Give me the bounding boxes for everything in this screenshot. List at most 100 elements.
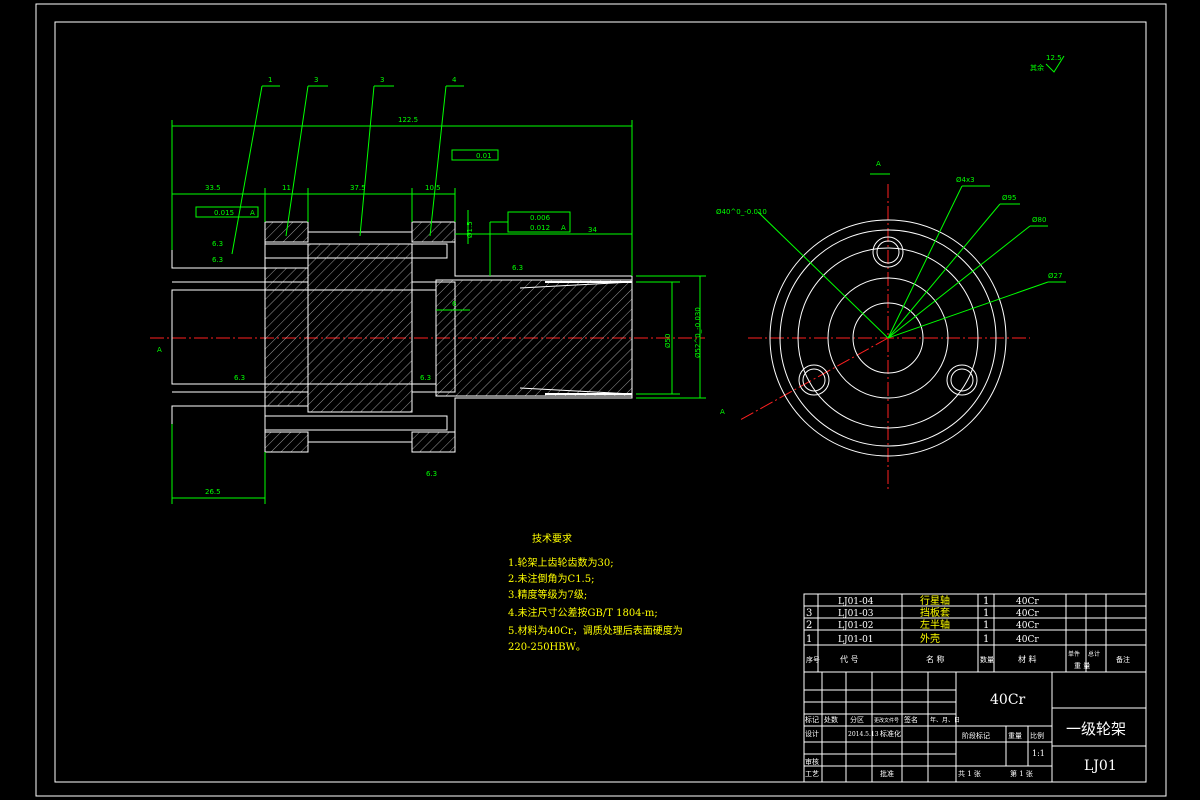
tb-sheets: 共 1 张 xyxy=(958,769,981,778)
dim-37-5: 37.5 xyxy=(350,184,366,192)
svg-text:阶段标记: 阶段标记 xyxy=(962,731,990,740)
svg-text:1: 1 xyxy=(983,620,989,631)
svg-text:2014.5.13: 2014.5.13 xyxy=(848,731,879,738)
svg-text:重 量: 重 量 xyxy=(1074,662,1090,670)
section-view: 122.5 33.5 11 37.5 10.5 34 26.5 6 Ø1.5 Ø… xyxy=(150,76,706,504)
svg-text:序号: 序号 xyxy=(806,655,820,664)
svg-text:左半轴: 左半轴 xyxy=(920,618,950,631)
svg-text:3: 3 xyxy=(806,608,812,619)
tb-scale: 1:1 xyxy=(1032,749,1045,758)
cad-drawing: 其余 12.5 122.5 33.5 11 37.5 10.5 34 26.5 … xyxy=(35,3,1167,797)
tb-title: 一级轮架 xyxy=(1066,720,1126,738)
svg-text:数量: 数量 xyxy=(980,655,994,664)
label-bore: Ø40^0_-0.010 xyxy=(716,208,767,216)
datum-a-left: A xyxy=(157,346,162,354)
svg-text:1: 1 xyxy=(983,608,989,619)
svg-text:备注: 备注 xyxy=(1116,655,1130,664)
svg-text:LJ01-03: LJ01-03 xyxy=(838,609,874,619)
svg-text:工艺: 工艺 xyxy=(805,770,819,778)
dim-overall: 122.5 xyxy=(398,116,418,124)
svg-text:6.3: 6.3 xyxy=(212,256,223,264)
balloon-2: 3 xyxy=(314,76,318,84)
svg-text:行星轴: 行星轴 xyxy=(920,594,950,607)
svg-text:名 称: 名 称 xyxy=(926,654,945,664)
hatch-core xyxy=(307,243,413,413)
dim-right-dia: Ø52^0_-0.030 xyxy=(694,307,702,358)
svg-text:40Cr: 40Cr xyxy=(1016,597,1039,607)
tech-item-6: 220-250HBW。 xyxy=(508,642,586,653)
dim-left-dia: Ø50 xyxy=(664,334,672,348)
svg-text:审核: 审核 xyxy=(805,757,819,766)
svg-text:6.3: 6.3 xyxy=(426,470,437,478)
pin-bore-bottom xyxy=(264,415,448,431)
svg-text:LJ01-04: LJ01-04 xyxy=(838,597,874,607)
section-mark-left: A xyxy=(720,408,725,416)
drawing-frame xyxy=(35,3,1167,797)
svg-text:标准化: 标准化 xyxy=(880,729,901,738)
hole-right-inner xyxy=(950,368,974,392)
label-d95: Ø95 xyxy=(1002,194,1016,202)
svg-text:批准: 批准 xyxy=(880,769,894,778)
tb-material: 40Cr xyxy=(990,692,1026,708)
tech-item-4: 4.未注尺寸公差按GB/T 1804-m; xyxy=(508,606,658,619)
svg-text:LJ01-01: LJ01-01 xyxy=(838,635,874,645)
hatch-left-bottom xyxy=(264,431,309,453)
svg-text:更改文件号: 更改文件号 xyxy=(874,717,899,724)
svg-text:6.3: 6.3 xyxy=(234,374,245,382)
label-d80: Ø80 xyxy=(1032,216,1046,224)
label-hole: Ø4x3 xyxy=(956,176,975,184)
section-mark-top: A xyxy=(876,160,881,168)
tol-left: 0.015 xyxy=(214,209,234,217)
tol-right-1: 0.006 xyxy=(530,214,551,222)
balloon-1: 1 xyxy=(268,76,272,84)
inner-frame xyxy=(54,21,1147,783)
dim-phi15: Ø1.5 xyxy=(466,221,474,238)
svg-text:比例: 比例 xyxy=(1030,731,1044,740)
dim-10-5: 10.5 xyxy=(425,184,441,192)
svg-text:1: 1 xyxy=(983,634,989,645)
svg-text:外壳: 外壳 xyxy=(920,632,940,645)
svg-text:处数: 处数 xyxy=(824,715,838,724)
roughness-note: 其余 xyxy=(1030,63,1044,72)
svg-text:2: 2 xyxy=(806,620,812,631)
dim-11: 11 xyxy=(282,184,291,192)
tech-item-1: 1.轮架上齿轮齿数为30; xyxy=(508,556,614,569)
svg-text:挡板套: 挡板套 xyxy=(920,606,950,619)
tech-item-3: 3.精度等级为7级; xyxy=(508,588,587,601)
svg-text:6.3: 6.3 xyxy=(420,374,431,382)
svg-text:分区: 分区 xyxy=(850,715,864,724)
title-block: 40Cr 一级轮架 LJ01 1:1 共 1 张 第 1 张 标记 处数 分区 … xyxy=(803,671,1147,783)
svg-text:40Cr: 40Cr xyxy=(1016,621,1039,631)
tb-sheet-no: 第 1 张 xyxy=(1010,769,1033,778)
label-d27: Ø27 xyxy=(1048,272,1062,280)
svg-text:签名: 签名 xyxy=(904,715,918,724)
svg-text:6.3: 6.3 xyxy=(512,264,523,272)
svg-text:标记: 标记 xyxy=(805,715,819,724)
balloon-3: 3 xyxy=(380,76,384,84)
svg-text:40Cr: 40Cr xyxy=(1016,609,1039,619)
tech-requirements: 技术要求 1.轮架上齿轮齿数为30; 2.未注倒角为C1.5; 3.精度等级为7… xyxy=(508,532,683,653)
svg-text:6.3: 6.3 xyxy=(212,240,223,248)
svg-text:材 料: 材 料 xyxy=(1018,654,1037,664)
groove xyxy=(411,289,437,385)
hatch-hub xyxy=(264,267,309,407)
svg-text:设计: 设计 xyxy=(805,729,819,738)
tol-right-datum: A xyxy=(561,224,566,232)
hatch-right-bottom xyxy=(411,431,456,453)
end-centerline-diag xyxy=(739,337,889,421)
svg-text:总计: 总计 xyxy=(1088,650,1100,658)
tol-left-datum: A xyxy=(250,209,255,217)
svg-text:LJ01-02: LJ01-02 xyxy=(838,621,874,631)
dim-6: 6 xyxy=(452,300,457,308)
tech-title: 技术要求 xyxy=(532,532,572,545)
svg-text:年、月、日: 年、月、日 xyxy=(930,716,960,724)
tech-item-2: 2.未注倒角为C1.5; xyxy=(508,572,594,585)
svg-text:代 号: 代 号 xyxy=(840,654,859,664)
roughness-value: 12.5 xyxy=(1046,54,1062,62)
tech-item-5: 5.材料为40Cr，调质处理后表面硬度为 xyxy=(508,624,683,637)
dim-26-5: 26.5 xyxy=(205,488,221,496)
parts-list: 3 2 1 LJ01-04 LJ01-03 LJ01-02 LJ01-01 行星… xyxy=(803,593,1147,673)
svg-text:重量: 重量 xyxy=(1008,732,1022,740)
hole-left-inner xyxy=(802,368,826,392)
tol-right-2: 0.012 xyxy=(530,224,550,232)
